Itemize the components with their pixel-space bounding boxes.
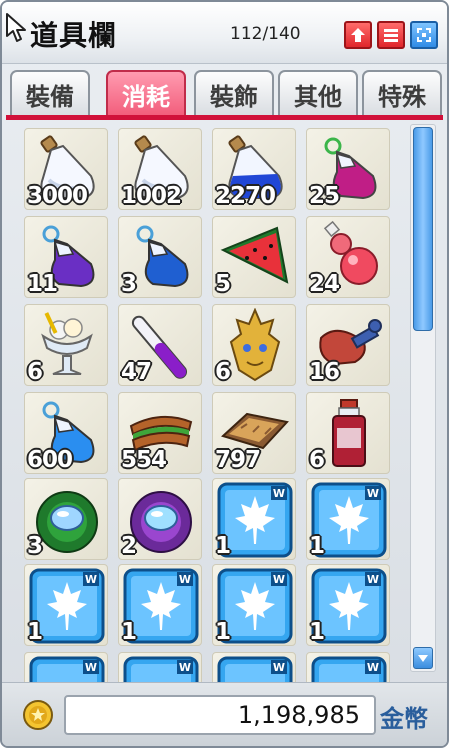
item-slot[interactable]: 6 [212,304,296,386]
item-quantity: 16 [309,359,340,385]
tab-equip[interactable]: 裝備 [10,70,90,116]
meso-label: 金幣 [380,705,428,733]
item-quantity: 3 [27,533,43,559]
maple-leaf-card-icon: W [123,656,199,682]
svg-text:W: W [273,573,285,586]
item-slot[interactable]: 554 [118,392,202,474]
sort-icon [384,29,398,42]
item-slot[interactable]: W [212,652,296,682]
svg-text:W: W [179,661,191,674]
tab-label: 消耗 [122,82,170,111]
maple-leaf-card-icon: W [217,656,293,682]
item-slot[interactable]: 3 [24,478,108,560]
expand-button[interactable] [344,21,372,49]
expand-icon [351,28,365,42]
item-quantity: 2 [121,533,137,559]
item-grid: 3000 1002 2270 25 11 3 5 24 6 47 6 16 60… [10,122,408,682]
item-slot[interactable]: W 1 [306,478,390,560]
item-quantity: 25 [309,183,340,209]
tab-label: 裝備 [26,82,74,111]
item-quantity: 600 [27,447,73,473]
tab-label: 裝飾 [210,82,258,111]
item-quantity: 6 [27,359,43,385]
item-quantity: 1 [215,619,231,645]
maple-leaf-card-icon: W [311,656,387,682]
svg-text:W: W [273,661,285,674]
item-slot[interactable]: W 1 [212,564,296,646]
scroll-down-button[interactable] [413,647,433,669]
svg-text:W: W [367,487,379,500]
item-slot[interactable]: W [118,652,202,682]
meso-amount: 1,198,985 [64,695,376,735]
gold-coin-icon [23,700,53,730]
svg-text:W: W [179,573,191,586]
item-slot[interactable]: 1002 [118,128,202,210]
slot-count: 112/140 [230,24,301,44]
item-quantity: 6 [309,447,325,473]
item-slot[interactable]: 47 [118,304,202,386]
item-slot[interactable]: W 1 [306,564,390,646]
item-quantity: 6 [215,359,231,385]
item-slot[interactable]: W 1 [118,564,202,646]
item-quantity: 1 [27,619,43,645]
item-slot[interactable]: 11 [24,216,108,298]
item-slot[interactable]: 3 [118,216,202,298]
window-title: 道具欄 [30,19,118,52]
tab-label: 特殊 [378,82,426,111]
item-slot[interactable]: 6 [24,304,108,386]
item-quantity: 24 [309,271,340,297]
item-quantity: 1 [215,533,231,559]
svg-text:W: W [367,573,379,586]
item-quantity: 47 [121,359,152,385]
item-quantity: 3000 [27,183,88,209]
item-quantity: 5 [215,271,231,297]
item-slot[interactable]: 6 [306,392,390,474]
sort-button[interactable] [377,21,405,49]
item-slot[interactable]: W 1 [212,478,296,560]
item-quantity: 11 [27,271,58,297]
item-quantity: 554 [121,447,167,473]
item-slot[interactable]: 24 [306,216,390,298]
meso-bar: 1,198,985 金幣 [2,682,447,746]
tab-consume[interactable]: 消耗 [106,70,186,116]
item-slot[interactable]: 16 [306,304,390,386]
collapse-button[interactable] [410,21,438,49]
item-slot[interactable]: 2 [118,478,202,560]
item-quantity: 1002 [121,183,182,209]
scrollbar-thumb[interactable] [413,127,433,331]
item-slot[interactable]: 600 [24,392,108,474]
inventory-window: 道具欄 112/140 裝備 消耗 裝飾 其他 特殊 3000 1002 227… [0,0,449,748]
item-quantity: 797 [215,447,261,473]
item-quantity: 1 [309,619,325,645]
item-slot[interactable]: 25 [306,128,390,210]
title-bar[interactable]: 道具欄 112/140 [2,2,447,64]
tab-label: 其他 [294,82,342,111]
item-quantity: 2270 [215,183,276,209]
item-slot[interactable]: 2270 [212,128,296,210]
tab-setup[interactable]: 裝飾 [194,70,274,116]
scrollbar[interactable] [410,124,436,672]
inventory-tabs: 裝備 消耗 裝飾 其他 特殊 [6,64,447,116]
item-slot[interactable]: 3000 [24,128,108,210]
svg-text:W: W [85,573,97,586]
item-slot[interactable]: 797 [212,392,296,474]
svg-text:W: W [273,487,285,500]
tab-cash[interactable]: 特殊 [362,70,442,116]
item-quantity: 1 [309,533,325,559]
svg-text:W: W [85,661,97,674]
item-slot[interactable]: W [24,652,108,682]
svg-text:W: W [367,661,379,674]
maple-leaf-card-icon: W [29,656,105,682]
collapse-icon [417,28,431,42]
item-slot[interactable]: W 1 [24,564,108,646]
item-quantity: 1 [121,619,137,645]
tab-divider [6,115,443,120]
item-slot[interactable]: 5 [212,216,296,298]
item-slot[interactable]: W [306,652,390,682]
chevron-down-icon [418,655,428,662]
tab-etc[interactable]: 其他 [278,70,358,116]
item-quantity: 3 [121,271,137,297]
